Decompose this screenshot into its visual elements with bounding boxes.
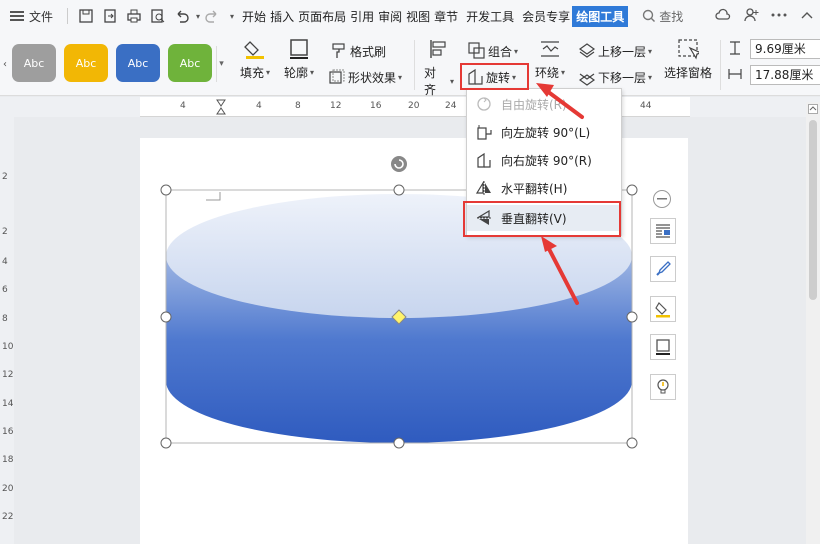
annotation-arrows	[536, 83, 584, 305]
